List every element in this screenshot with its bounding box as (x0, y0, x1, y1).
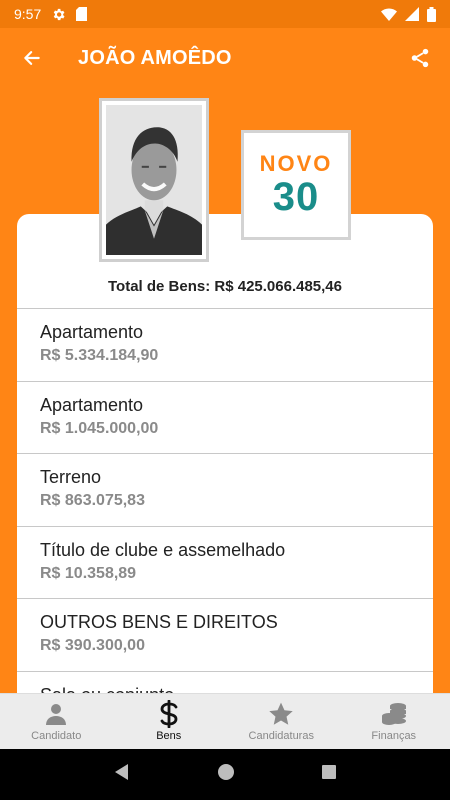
system-back-icon[interactable] (113, 763, 131, 786)
assets-list: Apartamento R$ 5.334.184,90 Apartamento … (17, 308, 433, 714)
party-name: NOVO (259, 151, 333, 176)
nav-label: Finanças (371, 730, 417, 742)
asset-name: Apartamento (40, 322, 144, 342)
nav-financas[interactable]: Finanças (338, 694, 450, 749)
share-button[interactable] (390, 28, 450, 88)
asset-value: R$ 5.334.184,90 (40, 347, 159, 364)
dollar-icon (158, 700, 180, 728)
system-nav-bar (0, 749, 450, 800)
settings-gear-icon (51, 7, 66, 22)
nav-label: Bens (156, 730, 182, 742)
coins-icon (381, 701, 407, 727)
nav-candidato[interactable]: Candidato (0, 694, 113, 749)
app-bar: JOÃO AMOÊDO (0, 28, 450, 88)
asset-value: R$ 10.358,89 (40, 564, 137, 582)
star-icon (268, 701, 294, 727)
list-item[interactable]: Apartamento R$ 1.045.000,00 (17, 380, 433, 454)
assets-card: Total de Bens: R$ 425.066.485,46 Apartam… (17, 214, 433, 714)
system-recents-icon[interactable] (321, 764, 337, 785)
wifi-icon (381, 7, 397, 21)
back-arrow-icon (24, 51, 40, 65)
page-title: JOÃO AMOÊDO (78, 46, 232, 69)
nav-candidaturas[interactable]: Candidaturas (225, 694, 338, 749)
list-item[interactable]: Apartamento R$ 5.334.184,90 (17, 308, 433, 381)
asset-value: R$ 1.045.000,00 (40, 419, 159, 437)
nav-label: Candidato (31, 730, 82, 742)
status-time: 9:57 (14, 6, 42, 22)
party-logo: NOVO 30 (241, 130, 351, 240)
signal-icon (405, 7, 419, 21)
asset-value: R$ 390.300,00 (40, 637, 145, 654)
list-item[interactable]: Título de clube e assemelhado R$ 10.358,… (17, 525, 433, 599)
candidate-photo (99, 98, 209, 262)
nav-bens[interactable]: Bens (113, 694, 226, 749)
system-home-icon[interactable] (217, 763, 235, 786)
list-item[interactable]: Terreno R$ 863.075,83 (17, 453, 433, 526)
battery-icon (427, 6, 436, 22)
nav-label: Candidaturas (248, 730, 314, 742)
total-assets: Total de Bens: R$ 425.066.485,46 (107, 278, 342, 295)
person-icon (44, 701, 68, 727)
candidate-portrait-icon (106, 105, 202, 255)
asset-name: OUTROS BENS E DIREITOS (40, 612, 278, 632)
party-number: 30 (272, 175, 320, 219)
sd-card-icon (76, 7, 88, 21)
asset-name: Título de clube e assemelhado (40, 539, 286, 560)
status-bar: 9:57 (0, 0, 450, 28)
back-button[interactable] (0, 28, 64, 88)
asset-name: Apartamento (40, 394, 144, 415)
list-item[interactable]: OUTROS BENS E DIREITOS R$ 390.300,00 (17, 598, 433, 671)
share-icon (411, 48, 429, 68)
asset-name: Terreno (40, 467, 102, 487)
bottom-nav: Candidato Bens Candidaturas Finanças (0, 693, 450, 749)
asset-value: R$ 863.075,83 (40, 492, 145, 509)
